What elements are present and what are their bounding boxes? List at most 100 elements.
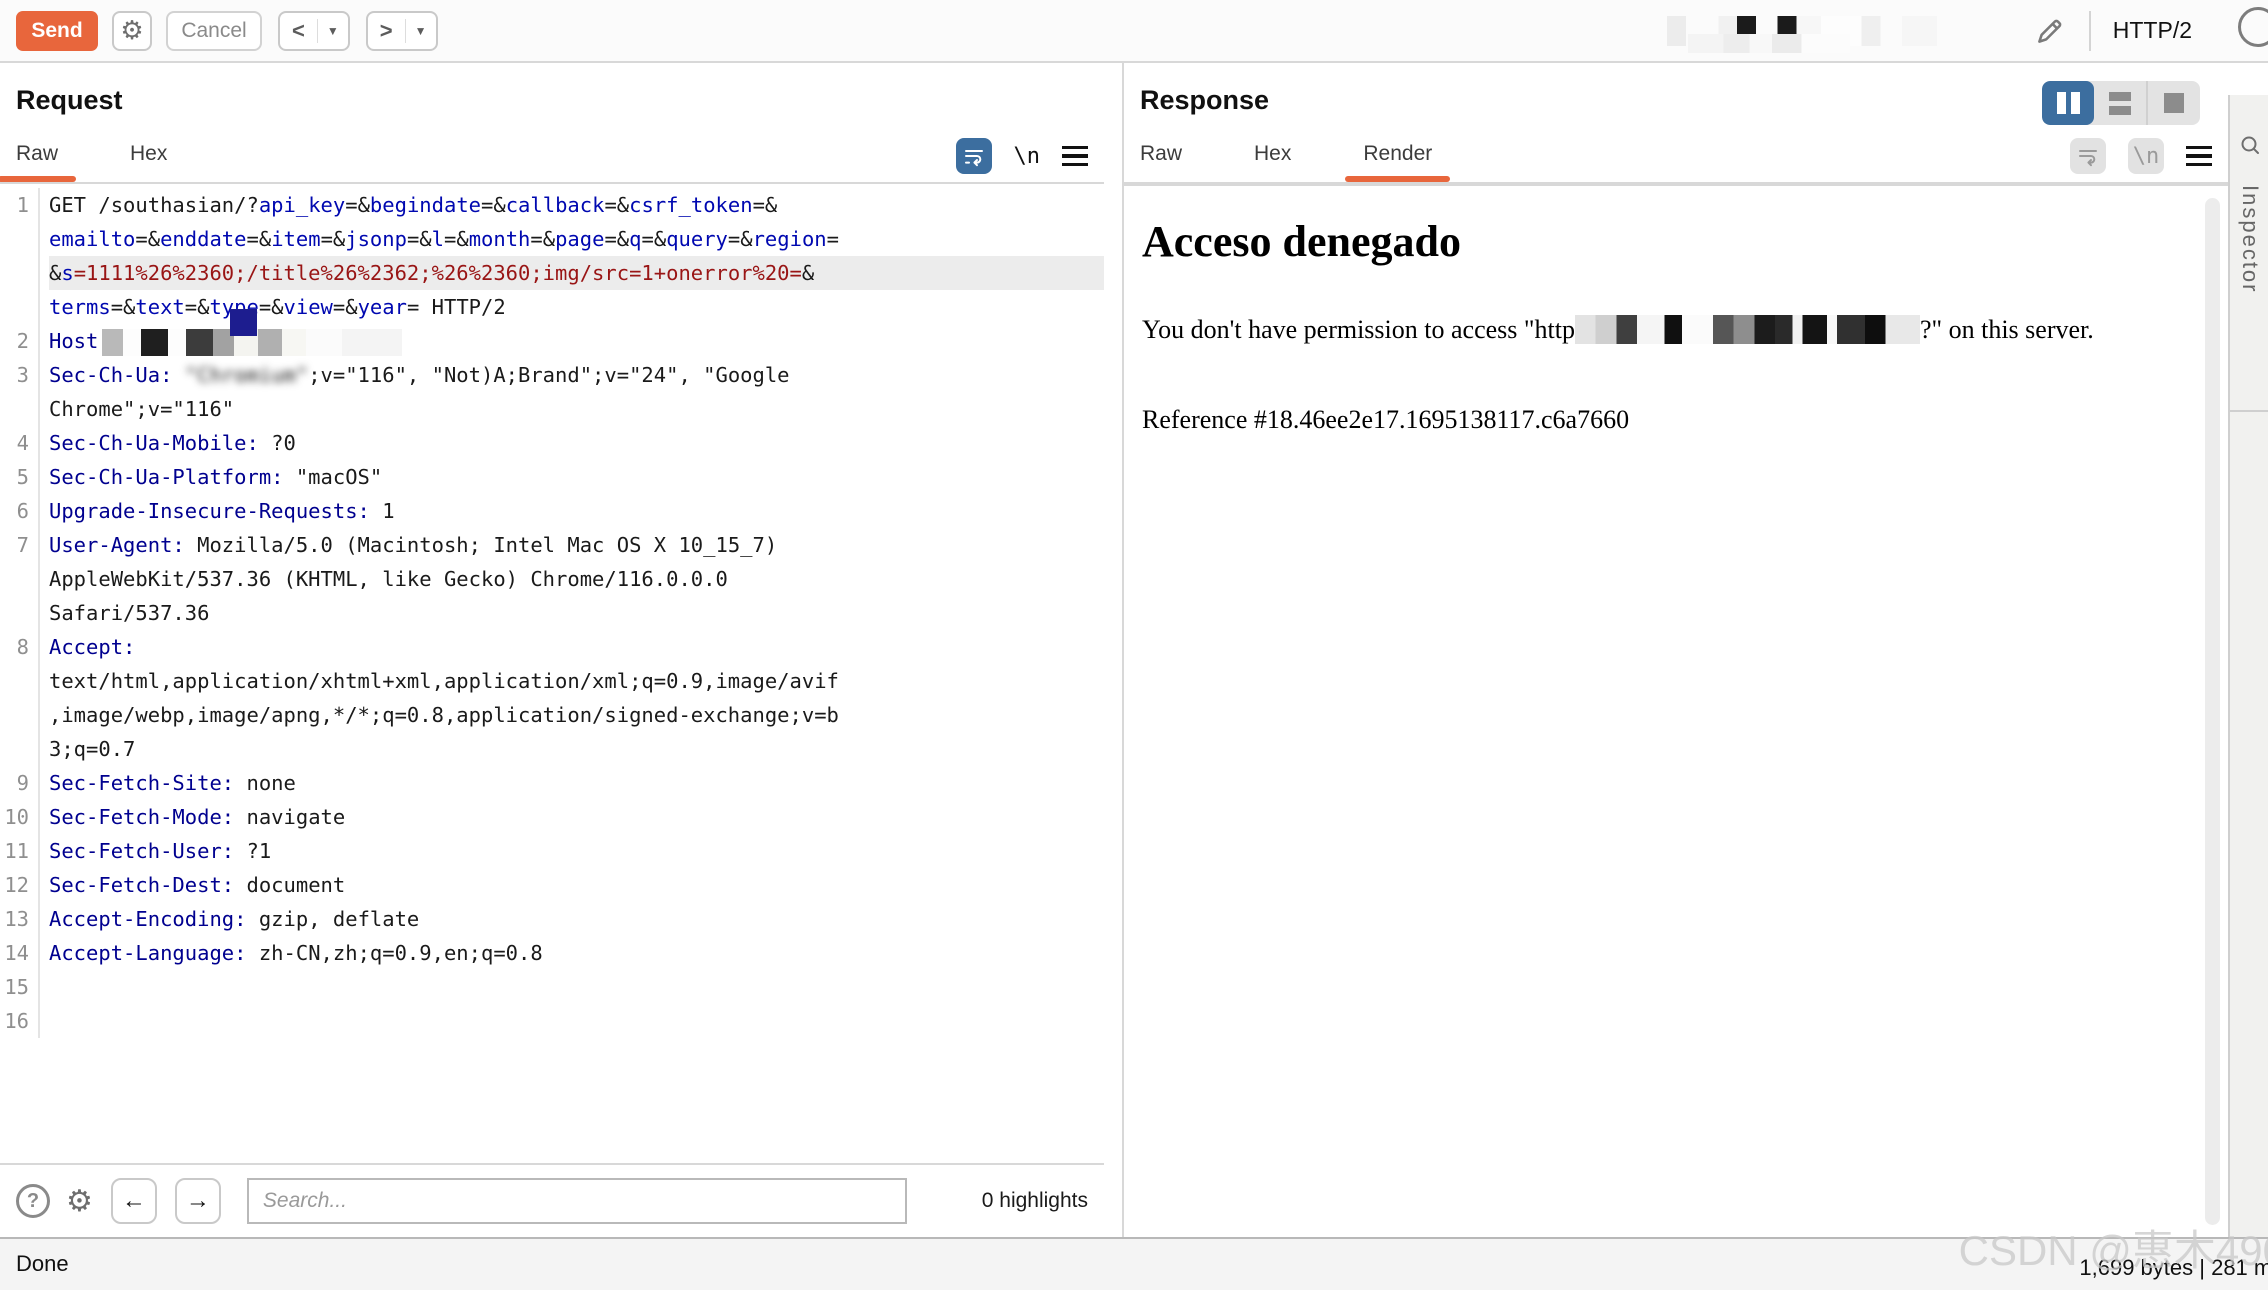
code-segment: navigate bbox=[234, 805, 345, 829]
render-reference: Reference #18.46ee2e17.1695138117.c6a766… bbox=[1142, 405, 2188, 435]
code-segment: =& bbox=[530, 227, 555, 251]
menu-icon[interactable] bbox=[2186, 146, 2212, 167]
code-segment: ,image/webp,image/apng,*/*;q=0.8,applica… bbox=[49, 703, 839, 727]
line-number bbox=[0, 256, 40, 290]
code-row[interactable]: terms=&text=&type=&view=&year= HTTP/2 bbox=[0, 290, 1104, 324]
code-segment: =& bbox=[728, 227, 753, 251]
search-help-icon[interactable]: ? bbox=[16, 1184, 50, 1218]
code-segment: =& bbox=[135, 227, 160, 251]
search-input[interactable] bbox=[247, 1178, 907, 1224]
code-row[interactable]: 9Sec-Fetch-Site: none bbox=[0, 766, 1104, 800]
code-segment: =& bbox=[642, 227, 667, 251]
code-segment bbox=[172, 363, 184, 387]
divider bbox=[2230, 410, 2268, 412]
line-number bbox=[0, 698, 40, 732]
code-line-text: Sec-Ch-Ua-Platform: "macOS" bbox=[49, 460, 1104, 494]
code-segment: =& bbox=[259, 295, 284, 319]
tab-response-raw[interactable]: Raw bbox=[1140, 142, 1182, 182]
code-row[interactable]: 12Sec-Fetch-Dest: document bbox=[0, 868, 1104, 902]
code-row[interactable]: AppleWebKit/537.36 (KHTML, like Gecko) C… bbox=[0, 562, 1104, 596]
tab-response-render[interactable]: Render bbox=[1363, 142, 1432, 182]
line-number: 7 bbox=[0, 528, 40, 562]
line-number: 1 bbox=[0, 188, 40, 222]
history-back-button[interactable]: < ▼ bbox=[278, 11, 350, 51]
newline-toggle[interactable]: \n bbox=[1014, 144, 1041, 169]
code-row[interactable]: 13Accept-Encoding: gzip, deflate bbox=[0, 902, 1104, 936]
line-number bbox=[0, 290, 40, 324]
send-settings-button[interactable]: ⚙ bbox=[112, 11, 152, 51]
code-row[interactable]: 5Sec-Ch-Ua-Platform: "macOS" bbox=[0, 460, 1104, 494]
tab-response-hex[interactable]: Hex bbox=[1254, 142, 1291, 182]
code-line-text: Sec-Fetch-User: ?1 bbox=[49, 834, 1104, 868]
history-forward-button[interactable]: > ▼ bbox=[366, 11, 438, 51]
code-row[interactable]: 6Upgrade-Insecure-Requests: 1 bbox=[0, 494, 1104, 528]
code-segment: Sec-Fetch-Site: bbox=[49, 771, 234, 795]
forward-arrow-icon: > bbox=[368, 18, 405, 44]
code-row[interactable]: 15 bbox=[0, 970, 1104, 1004]
code-line-text: Accept-Encoding: gzip, deflate bbox=[49, 902, 1104, 936]
cancel-button[interactable]: Cancel bbox=[166, 11, 262, 51]
code-segment: GET /southasian/? bbox=[49, 193, 259, 217]
code-row[interactable]: Chrome";v="116" bbox=[0, 392, 1104, 426]
code-row[interactable]: 3;q=0.7 bbox=[0, 732, 1104, 766]
status-done-label: Done bbox=[16, 1251, 69, 1277]
code-line-text: GET /southasian/?api_key=&begindate=&cal… bbox=[49, 188, 1104, 222]
tab-request-raw[interactable]: Raw bbox=[16, 142, 58, 182]
code-row[interactable]: Safari/537.36 bbox=[0, 596, 1104, 630]
word-wrap-toggle[interactable] bbox=[956, 138, 992, 174]
code-segment: s bbox=[61, 261, 73, 285]
code-segment: query bbox=[666, 227, 728, 251]
code-line-text: Chrome";v="116" bbox=[49, 392, 1104, 426]
code-segment: Sec-Fetch-Mode: bbox=[49, 805, 234, 829]
code-row[interactable]: ,image/webp,image/apng,*/*;q=0.8,applica… bbox=[0, 698, 1104, 732]
burp-repeater-screen: Send ⚙ Cancel < ▼ > ▼ HTTP/2 Re bbox=[0, 0, 2268, 1290]
request-tab-icons: \n bbox=[956, 138, 1089, 182]
code-row[interactable]: &s=1111%26%2360;/title%26%2362;%26%2360;… bbox=[0, 256, 1104, 290]
code-row[interactable]: 8Accept: bbox=[0, 630, 1104, 664]
search-prev-button[interactable]: ← bbox=[111, 1178, 157, 1224]
code-line-text: Sec-Fetch-Dest: document bbox=[49, 868, 1104, 902]
code-row[interactable]: 16 bbox=[0, 1004, 1104, 1038]
line-number: 9 bbox=[0, 766, 40, 800]
search-next-button[interactable]: → bbox=[175, 1178, 221, 1224]
columns-icon bbox=[2071, 92, 2080, 114]
code-row[interactable]: 14Accept-Language: zh-CN,zh;q=0.9,en;q=0… bbox=[0, 936, 1104, 970]
menu-icon[interactable] bbox=[1062, 146, 1088, 167]
code-row[interactable]: 1 GET /southasian/?api_key=&begindate=&ca… bbox=[0, 188, 1104, 222]
chevron-down-icon[interactable]: ▼ bbox=[406, 24, 436, 38]
code-row[interactable]: 3Sec-Ch-Ua: "Chromium";v="116", "Not)A;B… bbox=[0, 358, 1104, 392]
code-row[interactable]: 7User-Agent: Mozilla/5.0 (Macintosh; Int… bbox=[0, 528, 1104, 562]
line-number: 2 bbox=[0, 324, 40, 358]
line-number: 15 bbox=[0, 970, 40, 1004]
inspector-collapsed-strip[interactable]: Inspector bbox=[2228, 95, 2268, 1237]
code-row[interactable]: 10Sec-Fetch-Mode: navigate bbox=[0, 800, 1104, 834]
code-segment: Sec-Fetch-Dest: bbox=[49, 873, 234, 897]
code-segment: view bbox=[284, 295, 333, 319]
status-metrics: 1,699 bytes | 281 mil bbox=[2079, 1255, 2268, 1281]
code-line-text: Sec-Fetch-Mode: navigate bbox=[49, 800, 1104, 834]
tab-request-hex[interactable]: Hex bbox=[130, 142, 167, 182]
code-line-text: AppleWebKit/537.36 (KHTML, like Gecko) C… bbox=[49, 562, 1104, 596]
code-segment: ?1 bbox=[234, 839, 271, 863]
send-button[interactable]: Send bbox=[16, 11, 98, 51]
search-settings-gear-icon[interactable]: ⚙ bbox=[66, 1184, 93, 1219]
code-row[interactable]: text/html,application/xhtml+xml,applicat… bbox=[0, 664, 1104, 698]
code-row[interactable]: 11Sec-Fetch-User: ?1 bbox=[0, 834, 1104, 868]
code-line-text bbox=[49, 1004, 1104, 1038]
code-segment: jsonp bbox=[345, 227, 407, 251]
code-row[interactable]: emailto=&enddate=&item=&jsonp=&l=&month=… bbox=[0, 222, 1104, 256]
code-row[interactable]: 4Sec-Ch-Ua-Mobile: ?0 bbox=[0, 426, 1104, 460]
help-icon[interactable] bbox=[2238, 7, 2268, 47]
request-title: Request bbox=[16, 85, 123, 115]
request-editor[interactable]: 1 GET /southasian/?api_key=&begindate=&ca… bbox=[0, 184, 1104, 1163]
code-line-text: &s=1111%26%2360;/title%26%2362;%26%2360;… bbox=[49, 256, 1104, 290]
response-panel: Response Raw Hex Render bbox=[1122, 63, 2228, 1237]
code-segment: ;v="116", "Not)A;Brand";v="24", "Google bbox=[308, 363, 789, 387]
edit-pencil-icon[interactable] bbox=[2033, 14, 2067, 48]
code-segment: year bbox=[358, 295, 407, 319]
chevron-down-icon[interactable]: ▼ bbox=[318, 24, 348, 38]
code-row[interactable]: 2Host bbox=[0, 324, 1104, 358]
word-wrap-toggle-disabled bbox=[2070, 138, 2106, 174]
code-segment: =& bbox=[321, 227, 346, 251]
response-scrollbar[interactable] bbox=[2205, 198, 2220, 1225]
